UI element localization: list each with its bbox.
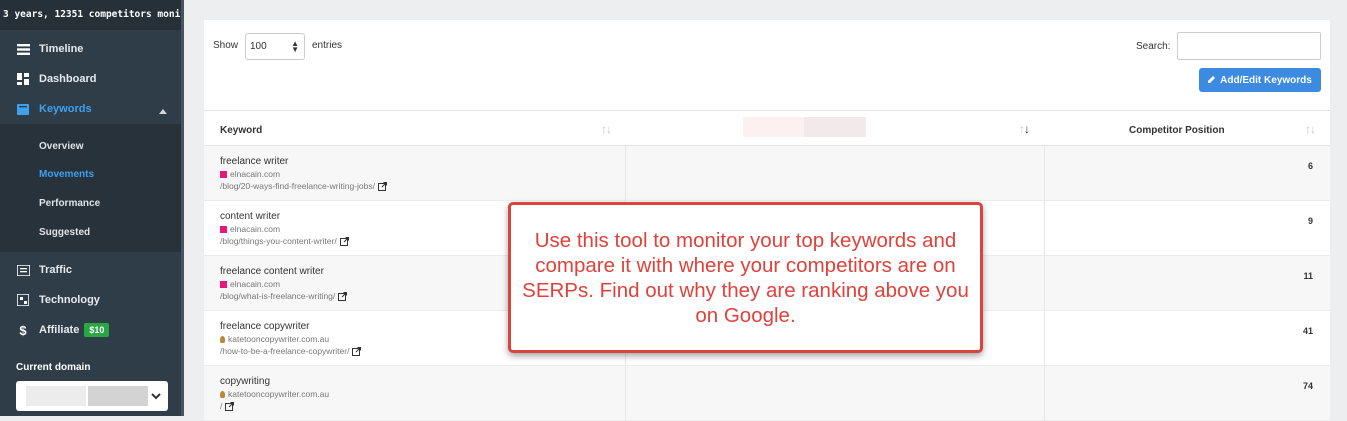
sidebar-item-label: Dashboard: [39, 73, 97, 85]
sidebar-item-label: Timeline: [39, 43, 84, 55]
add-button-label: Add/Edit Keywords: [1220, 74, 1312, 86]
show-label: Show: [213, 40, 239, 51]
external-link-icon: [377, 181, 387, 191]
entries-value: 100: [250, 41, 267, 52]
external-link-icon: [339, 236, 349, 246]
keywords-icon: [16, 102, 30, 116]
submenu-item-performance[interactable]: Performance: [39, 198, 100, 209]
sidebar-divider: [181, 0, 184, 416]
sidebar-item-traffic[interactable]: Traffic: [0, 255, 181, 285]
url-path-link[interactable]: /: [220, 401, 235, 411]
competitor-position: 11: [1303, 271, 1313, 281]
external-link-icon: [225, 401, 235, 411]
pencil-icon: [1208, 75, 1216, 86]
competitor-position: 74: [1302, 381, 1313, 391]
sort-arrows-icon[interactable]: ↑↓: [1305, 122, 1316, 136]
sort-arrows-icon[interactable]: ↑↓: [601, 122, 612, 136]
redacted-column-header: [804, 117, 866, 137]
callout-text: Use this tool to monitor your top keywor…: [522, 228, 969, 327]
page-margin: [1330, 20, 1347, 416]
sidebar-item-keywords[interactable]: Keywords: [0, 94, 181, 124]
table-row: copywriting katetooncopywriter.com.au / …: [204, 366, 1330, 421]
annotation-callout: Use this tool to monitor your top keywor…: [508, 202, 983, 353]
chevron-down-icon: [150, 389, 162, 401]
domain: elnacain.com: [220, 224, 280, 234]
sidebar-item-label: Affiliate: [39, 324, 80, 336]
external-link-icon: [352, 346, 362, 356]
current-domain-select[interactable]: [16, 381, 168, 411]
url-path-link[interactable]: /blog/20-ways-find-freelance-writing-job…: [220, 181, 387, 191]
affiliate-badge: $10: [84, 323, 110, 337]
sidebar-item-technology[interactable]: Technology: [0, 285, 181, 315]
url-path-link[interactable]: /how-to-be-a-freelance-copywriter/: [220, 346, 362, 356]
technology-icon: [16, 293, 30, 307]
sidebar: 3 years, 12351 competitors monitored Tim…: [0, 0, 181, 416]
dashboard-icon: [16, 72, 30, 86]
search-label: Search:: [1136, 41, 1171, 52]
site-favicon-icon: [220, 170, 227, 178]
url-path-link[interactable]: /blog/things-you-content-writer/: [220, 236, 349, 246]
external-link-icon: [338, 291, 348, 301]
redacted-column-header: [743, 117, 805, 137]
domain: elnacain.com: [220, 169, 280, 179]
keyword-text: freelance copywriter: [220, 321, 310, 332]
domain: katetooncopywriter.com.au: [220, 389, 329, 399]
keyword-text: freelance content writer: [220, 266, 324, 277]
domain: elnacain.com: [220, 279, 280, 289]
submenu-item-suggested[interactable]: Suggested: [39, 227, 90, 238]
site-favicon-icon: [220, 280, 227, 288]
keyword-text: content writer: [220, 211, 281, 222]
search-input[interactable]: [1177, 32, 1321, 60]
traffic-icon: [16, 263, 30, 277]
keywords-submenu: Overview Movements Performance Suggested: [0, 124, 181, 252]
site-favicon-icon: [220, 225, 227, 233]
domain: katetooncopywriter.com.au: [220, 334, 329, 344]
competitor-position: 41: [1302, 326, 1313, 336]
header-competitor-position[interactable]: Competitor Position: [1129, 125, 1225, 136]
url-path-link[interactable]: /blog/what-is-freelance-writing/: [220, 291, 348, 301]
dollar-icon: $: [19, 322, 27, 338]
competitor-position: 6: [1307, 161, 1313, 171]
site-favicon-icon: [220, 390, 225, 398]
sort-desc-icon[interactable]: ↑↓: [1019, 122, 1030, 136]
timeline-icon: [16, 42, 30, 56]
redacted-domain: [88, 386, 148, 406]
keyword-text: freelance writer: [220, 156, 289, 167]
submenu-item-overview[interactable]: Overview: [39, 141, 83, 152]
sidebar-item-affiliate[interactable]: $ Affiliate $10: [0, 315, 181, 345]
sidebar-item-label: Keywords: [39, 103, 92, 115]
sidebar-item-label: Technology: [39, 294, 100, 306]
add-edit-keywords-button[interactable]: Add/Edit Keywords: [1199, 68, 1321, 92]
sidebar-item-label: Traffic: [39, 264, 73, 276]
monitoring-summary: 3 years, 12351 competitors monitored: [0, 0, 181, 30]
collapse-caret-icon[interactable]: [159, 105, 167, 117]
keyword-text: copywriting: [220, 376, 271, 387]
entries-select[interactable]: 100 ▲ ▼: [245, 33, 305, 60]
competitor-position: 9: [1307, 216, 1313, 226]
table-row: freelance writer elnacain.com /blog/20-w…: [204, 146, 1330, 201]
submenu-item-movements[interactable]: Movements: [39, 169, 94, 180]
sidebar-item-dashboard[interactable]: Dashboard: [0, 64, 181, 94]
sidebar-item-timeline[interactable]: Timeline: [0, 34, 181, 64]
site-favicon-icon: [220, 335, 225, 343]
current-domain-label: Current domain: [16, 362, 91, 373]
select-arrows-icon: ▲ ▼: [291, 39, 299, 54]
redacted-domain: [26, 386, 86, 406]
header-keyword[interactable]: Keyword: [220, 125, 262, 136]
entries-label: entries: [312, 40, 343, 51]
